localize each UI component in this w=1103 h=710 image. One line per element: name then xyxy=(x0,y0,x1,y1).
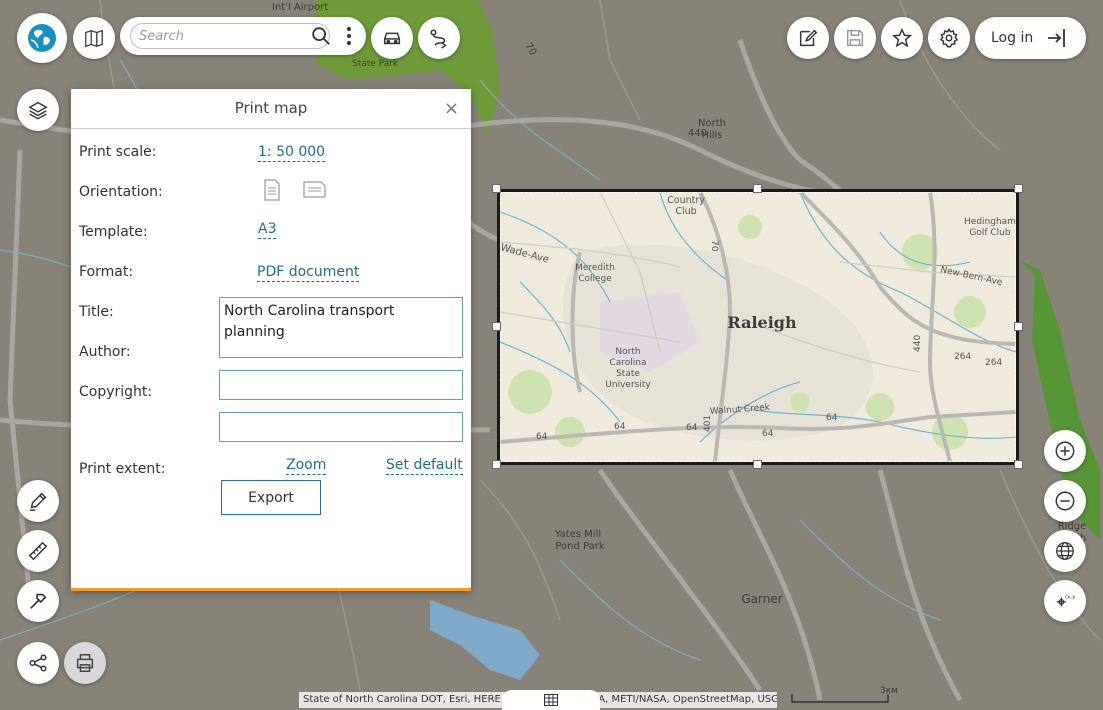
print-extent-inner-outline xyxy=(500,192,1016,462)
orientation-label: Orientation: xyxy=(79,184,163,200)
print-map-panel: Print map × Print scale: 1: 50 000 Orien… xyxy=(71,89,471,591)
car-route-button[interactable] xyxy=(371,17,413,59)
scale-bar: 3км xyxy=(790,686,910,706)
template-link[interactable]: A3 xyxy=(258,221,277,239)
panel-title: Print map xyxy=(234,99,308,117)
panel-header: Print map × xyxy=(71,89,471,129)
extent-handle-mid-right[interactable] xyxy=(1014,322,1023,331)
svg-text:Pond Park: Pond Park xyxy=(555,541,604,552)
printer-icon xyxy=(76,654,94,672)
svg-text:Club: Club xyxy=(675,206,696,217)
label-carolina-country-club: Carolina Country Club xyxy=(666,192,705,217)
template-label: Template: xyxy=(79,224,148,240)
copyright-label: Copyright: xyxy=(79,384,153,400)
zoom-out-button[interactable] xyxy=(1044,480,1086,522)
extent-handle-bottom-left[interactable] xyxy=(492,460,501,469)
coordinates-icon: (x,y) xyxy=(1056,594,1076,607)
format-link[interactable]: PDF document xyxy=(257,264,360,282)
label-intl-airport: Int'l Airport xyxy=(272,2,328,13)
author-label: Author: xyxy=(79,344,131,360)
globe-logo-icon xyxy=(28,24,56,52)
zoom-in-button[interactable] xyxy=(1044,430,1086,472)
car-icon xyxy=(383,32,401,45)
share-button[interactable] xyxy=(17,642,59,684)
extent-handle-mid-left[interactable] xyxy=(492,322,501,331)
label-garner: Garner xyxy=(741,592,782,606)
svg-text:(x,y): (x,y) xyxy=(1065,594,1076,600)
route-icon xyxy=(430,29,447,49)
layers-button[interactable] xyxy=(17,89,59,131)
tools-button[interactable] xyxy=(17,580,59,622)
edit-note-icon xyxy=(799,29,818,47)
login-icon xyxy=(1048,29,1066,47)
extent-handle-top-left[interactable] xyxy=(492,184,501,193)
extent-handle-top-mid[interactable] xyxy=(753,184,762,193)
map-book-icon xyxy=(85,29,103,48)
copyright-field[interactable] xyxy=(219,412,463,442)
print-scale-label: Print scale: xyxy=(79,144,157,160)
draw-button[interactable] xyxy=(17,480,59,522)
landscape-orientation-icon[interactable] xyxy=(303,181,327,199)
star-icon xyxy=(891,27,913,48)
gear-icon xyxy=(939,27,959,48)
extent-handle-bottom-mid[interactable] xyxy=(753,460,762,469)
login-button[interactable]: Log in xyxy=(975,17,1086,59)
attribute-table-toggle[interactable] xyxy=(502,690,600,710)
format-label: Format: xyxy=(79,264,134,280)
scale-bar-line xyxy=(791,694,889,703)
title-field[interactable] xyxy=(219,297,463,358)
search-bar xyxy=(120,17,366,55)
portrait-orientation-icon[interactable] xyxy=(263,179,281,201)
zoom-out-icon xyxy=(1055,491,1075,511)
settings-button[interactable] xyxy=(928,17,970,59)
print-extent-label: Print extent: xyxy=(79,461,166,477)
favorites-button[interactable] xyxy=(881,17,923,59)
save-button[interactable] xyxy=(834,17,876,59)
logo-button[interactable] xyxy=(17,13,67,63)
pencil-icon xyxy=(29,492,47,511)
export-button[interactable]: Export xyxy=(221,480,321,515)
edit-button[interactable] xyxy=(787,17,829,59)
set-default-link[interactable]: Set default xyxy=(386,457,463,475)
layers-icon xyxy=(28,101,48,120)
search-input[interactable] xyxy=(130,23,330,49)
globe-icon xyxy=(1056,542,1074,560)
scale-bar-label: 3км xyxy=(880,686,898,696)
search-icon[interactable] xyxy=(310,25,332,47)
label-yates-mill: Yates Mill xyxy=(554,529,601,540)
print-scale-link[interactable]: 1: 50 000 xyxy=(258,144,326,162)
save-icon xyxy=(846,29,864,47)
coordinates-button[interactable]: (x,y) xyxy=(1044,580,1086,622)
table-icon xyxy=(544,694,558,706)
kebab-menu-icon[interactable] xyxy=(344,25,354,47)
close-icon[interactable]: × xyxy=(444,98,459,119)
measure-button[interactable] xyxy=(17,530,59,572)
svg-text:Country: Country xyxy=(667,195,705,206)
hammer-icon xyxy=(30,593,47,609)
login-label: Log in xyxy=(991,30,1034,46)
print-button[interactable] xyxy=(64,642,106,684)
author-field[interactable] xyxy=(219,370,463,400)
zoom-in-icon xyxy=(1055,441,1075,461)
extent-handle-top-right[interactable] xyxy=(1014,184,1023,193)
svg-text:440: 440 xyxy=(688,128,707,139)
label-umstead: State Park xyxy=(352,59,399,69)
share-icon xyxy=(29,654,47,672)
zoom-link[interactable]: Zoom xyxy=(286,457,327,475)
title-label: Title: xyxy=(79,304,114,320)
print-extent-frame[interactable]: Meredith College North Carolina State Un… xyxy=(497,189,1019,465)
ruler-icon xyxy=(28,541,48,561)
extent-handle-bottom-right[interactable] xyxy=(1014,460,1023,469)
maps-button[interactable] xyxy=(73,17,115,59)
directions-button[interactable] xyxy=(418,17,460,59)
full-extent-button[interactable] xyxy=(1044,530,1086,572)
